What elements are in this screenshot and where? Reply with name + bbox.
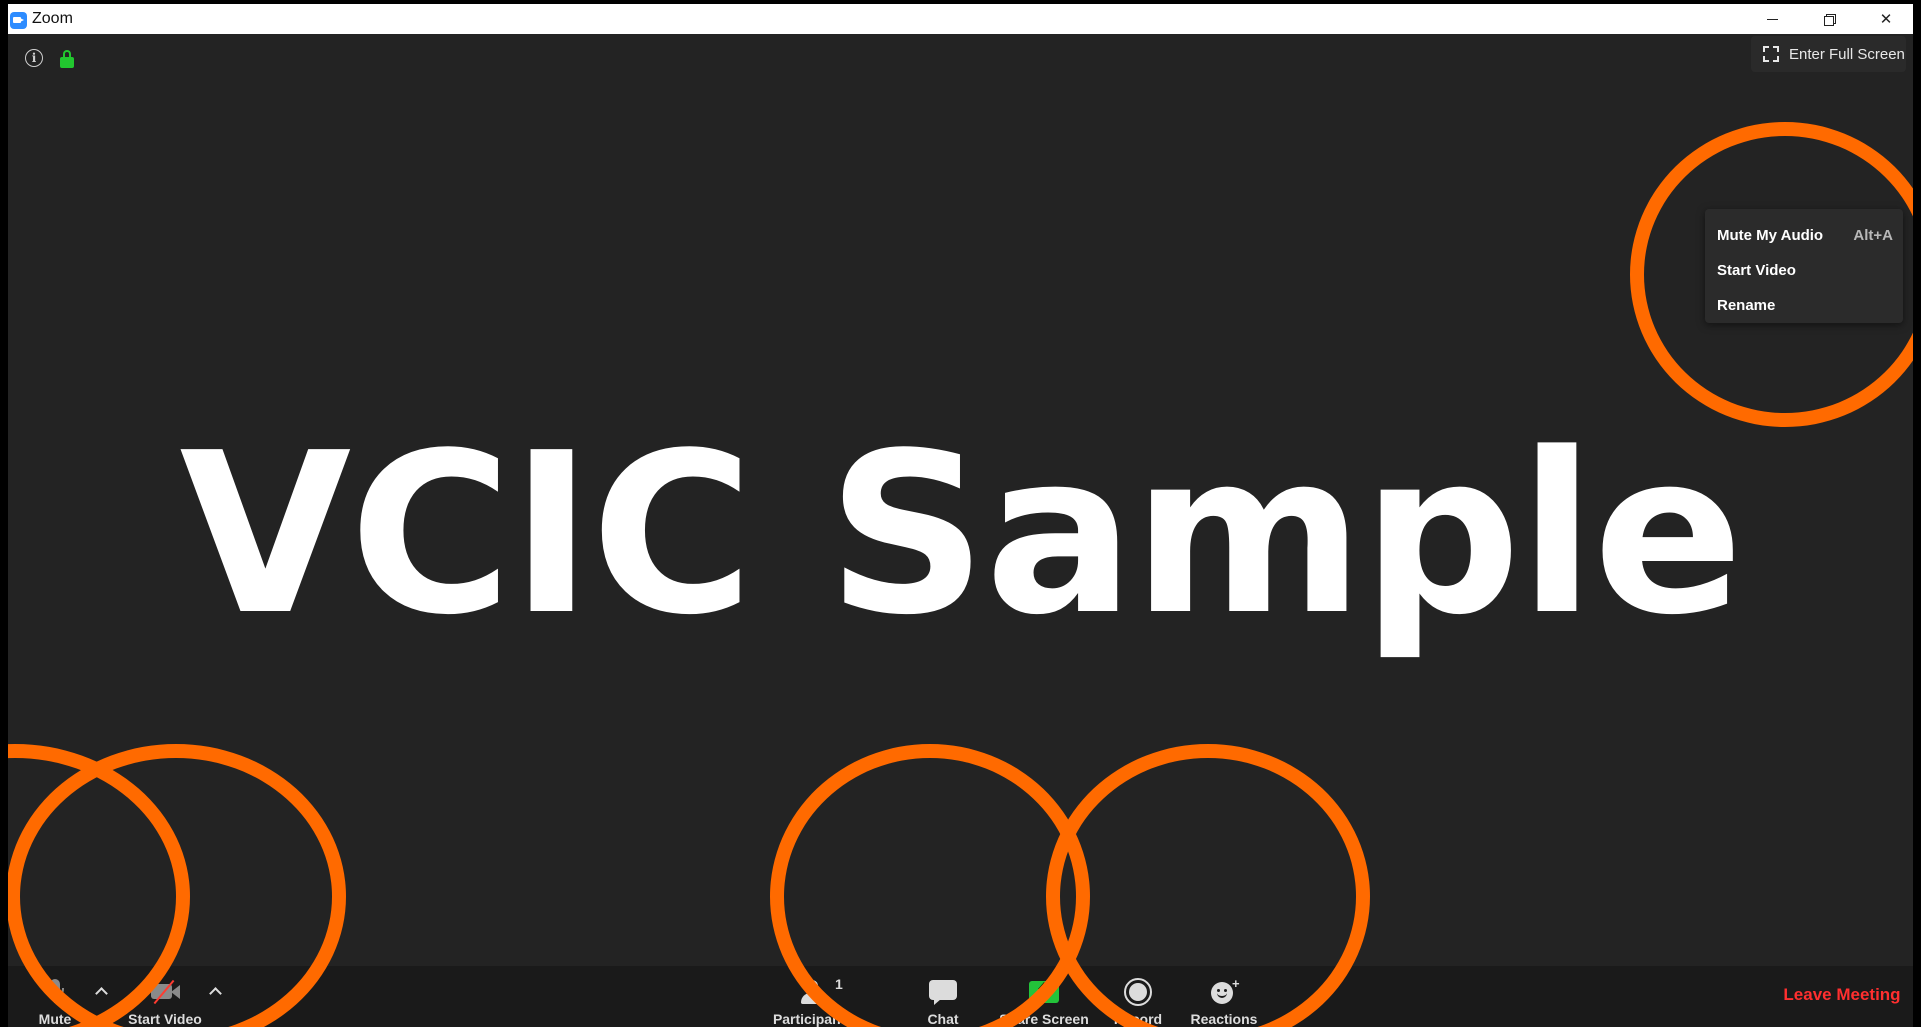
menu-item-label: Start Video (1717, 261, 1796, 279)
minimize-icon (1766, 18, 1778, 20)
encryption-lock-icon[interactable] (60, 50, 74, 68)
reactions-label: Reactions (1190, 1011, 1258, 1027)
participants-count: 1 (835, 976, 843, 992)
meeting-toolbar: Mute Start Video 1 Participants Chat Sha… (8, 966, 1913, 1027)
menu-item-label: Rename (1717, 296, 1776, 314)
zoom-window: Zoom ✕ i Enter Full Screen Mute My Audio… (8, 4, 1913, 1027)
close-button[interactable]: ✕ (1858, 4, 1913, 34)
record-button[interactable]: Record (1108, 966, 1168, 1027)
start-video-label: Start Video (128, 1011, 202, 1027)
restore-icon (1823, 13, 1836, 26)
participants-label: Participants (772, 1011, 854, 1027)
leave-meeting-button[interactable]: Leave Meeting (1778, 980, 1906, 1010)
zoom-app-icon (10, 12, 27, 29)
start-video-button[interactable]: Start Video (120, 966, 210, 1027)
fullscreen-label: Enter Full Screen (1789, 45, 1905, 63)
mute-label: Mute (38, 1011, 72, 1027)
close-icon: ✕ (1879, 11, 1893, 28)
microphone-icon (39, 976, 71, 1008)
reactions-button[interactable]: + Reactions (1184, 966, 1264, 1027)
reactions-plus: + (1232, 976, 1240, 991)
menu-item-rename[interactable]: Rename (1717, 293, 1893, 317)
enter-full-screen-button[interactable]: Enter Full Screen (1751, 36, 1906, 72)
record-icon (1122, 976, 1154, 1008)
reactions-smile-icon: + (1208, 976, 1240, 1008)
participants-icon: 1 (797, 976, 843, 1008)
share-screen-label: Share Screen (999, 1011, 1089, 1027)
menu-item-mute-my-audio[interactable]: Mute My Audio Alt+A (1717, 223, 1893, 247)
participant-display-name[interactable]: VCIC Sample (8, 424, 1913, 646)
record-label: Record (1113, 1011, 1163, 1027)
share-screen-button[interactable]: Share Screen (994, 966, 1094, 1027)
video-off-icon (149, 976, 181, 1008)
fullscreen-icon (1763, 46, 1779, 62)
menu-item-start-video[interactable]: Start Video (1717, 258, 1893, 282)
minimize-button[interactable] (1744, 4, 1800, 34)
participant-context-menu: Mute My Audio Alt+A Start Video Rename (1705, 209, 1903, 323)
video-options-chevron-up-icon[interactable] (208, 984, 222, 998)
participants-button[interactable]: 1 Participants (773, 966, 853, 1027)
share-screen-icon (1028, 976, 1060, 1008)
menu-item-label: Mute My Audio (1717, 226, 1824, 244)
window-title: Zoom (32, 10, 73, 27)
restore-button[interactable] (1801, 4, 1857, 34)
chat-bubble-icon (927, 976, 959, 1008)
audio-options-chevron-up-icon[interactable] (94, 984, 108, 998)
mute-button[interactable]: Mute (30, 966, 80, 1027)
chat-button[interactable]: Chat (918, 966, 968, 1027)
meeting-info-icon[interactable]: i (25, 49, 43, 67)
chat-label: Chat (927, 1011, 959, 1027)
menu-item-shortcut: Alt+A (1853, 226, 1893, 244)
title-bar: Zoom ✕ (8, 4, 1913, 34)
